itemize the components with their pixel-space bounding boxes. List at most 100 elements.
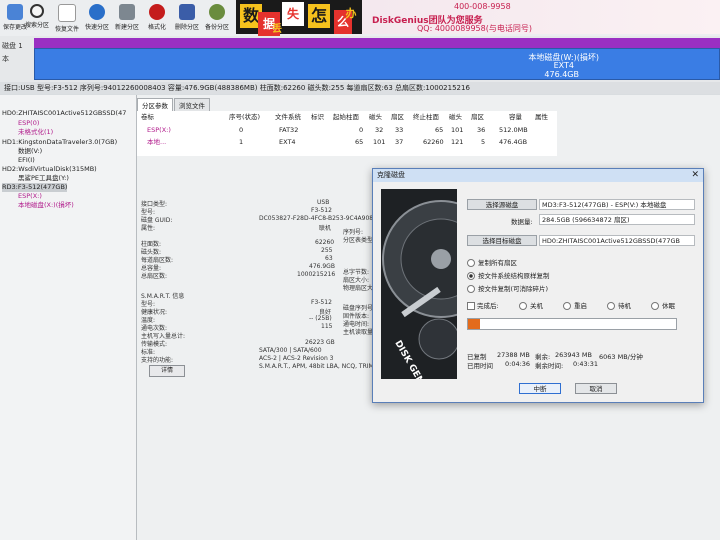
- table-row[interactable]: 本地... 1 EXT4 65 101 37 62260 121 5 476.4…: [137, 137, 557, 148]
- checkbox-icon: [467, 302, 475, 310]
- table-row[interactable]: ESP(X:) 0 FAT32 0 32 33 65 101 36 512.0M…: [137, 125, 557, 136]
- details-button[interactable]: 详情: [149, 365, 185, 377]
- elapsed-value: 0:04:36: [505, 360, 531, 368]
- brand-banner[interactable]: 数 据 丢 失 怎 么 办: [236, 0, 362, 36]
- search-icon: [30, 4, 44, 18]
- tab-bar: 分区参数 浏览文件: [137, 98, 211, 112]
- tree-item-selected[interactable]: RD3:F3-512(477GB): [2, 183, 68, 192]
- quick-partition-button[interactable]: 快速分区: [82, 2, 112, 34]
- tree-item[interactable]: 未格式化(1): [18, 128, 53, 137]
- recover-files-button[interactable]: 恢复文件: [52, 2, 82, 34]
- ad-phone: 400-008-9958: [454, 2, 511, 11]
- new-partition-button[interactable]: 新建分区: [112, 2, 142, 34]
- tree-item[interactable]: EFI(I): [18, 156, 35, 165]
- select-target-disk-button[interactable]: 选择目标磁盘: [467, 235, 537, 246]
- radio-icon: [563, 302, 571, 310]
- clone-disk-dialog: 克隆磁盘 ✕ DISK GENIUS 选择源磁盘 MD3:F3-512(477G…: [372, 168, 704, 403]
- after-standby-radio[interactable]: 待机: [607, 300, 631, 310]
- tab-partition-params[interactable]: 分区参数: [137, 98, 173, 112]
- speed-value: 6063 MB/分钟: [599, 353, 643, 361]
- col-capacity: 容量: [509, 113, 522, 121]
- delete-icon: [179, 4, 195, 20]
- esp-partition-block[interactable]: [34, 38, 720, 48]
- save-icon: [7, 4, 23, 20]
- option-copy-fs-structure[interactable]: 按文件系统结构原样复制: [467, 270, 550, 280]
- target-disk-field[interactable]: HD0:ZHITAISC001Active512GBSSD(477GB: [539, 235, 695, 246]
- recover-icon: [58, 4, 76, 22]
- after-hibernate-radio[interactable]: 休眠: [651, 300, 675, 310]
- partition-table: 卷标 序号(状态) 文件系统 标识 起始柱面 磁头 扇区 终止柱面 磁头 扇区 …: [137, 111, 557, 156]
- copied-value: 27388 MB: [497, 351, 530, 359]
- tree-item[interactable]: ESP(X:): [18, 192, 42, 201]
- tree-item[interactable]: ESP(0): [18, 119, 39, 128]
- progress-fill: [468, 319, 481, 329]
- tree-item[interactable]: 数据(V:): [18, 147, 42, 156]
- close-icon[interactable]: ✕: [691, 169, 699, 182]
- source-disk-field[interactable]: MD3:F3-512(477GB) - ESP(V:) 本地磁盘: [539, 199, 695, 210]
- remaining-time-label: 剩余时间:: [535, 362, 564, 370]
- col-head: 磁头: [369, 113, 382, 121]
- clone-progress-bar: [467, 318, 677, 330]
- tree-item[interactable]: HD0:ZHITAISC001Active512GBSSD(47: [2, 109, 126, 118]
- data-size-field: 284.5GB (596634872 扇区): [539, 214, 695, 225]
- remaining-time-value: 0:43:31: [573, 360, 599, 368]
- col-start-cyl: 起始柱面: [333, 113, 359, 121]
- select-source-disk-button[interactable]: 选择源磁盘: [467, 199, 537, 210]
- option-copy-all-sectors[interactable]: 复制所有扇区: [467, 257, 517, 267]
- radio-icon: [651, 302, 659, 310]
- backup-icon: [209, 4, 225, 20]
- remaining-value: 263943 MB: [555, 351, 592, 359]
- radio-icon: [467, 285, 475, 293]
- col-end-cyl: 终止柱面: [413, 113, 439, 121]
- delete-partition-button[interactable]: 删除分区: [172, 2, 202, 34]
- tree-item[interactable]: HD2:WsdiVirtualDisk(315MB): [2, 165, 97, 174]
- table-header: 卷标 序号(状态) 文件系统 标识 起始柱面 磁头 扇区 终止柱面 磁头 扇区 …: [137, 112, 557, 123]
- hard-drive-icon: [381, 189, 457, 379]
- ad-qq: QQ: 4000089958(与电话同号): [417, 24, 532, 33]
- tree-item[interactable]: 黑鲨PE工具盘(Y:): [18, 174, 69, 183]
- option-copy-by-file[interactable]: 按文件复制(可消除碎片): [467, 283, 548, 293]
- disk-info-line: 接口:USB 型号:F3-512 序列号:94012260008403 容量:4…: [0, 82, 720, 94]
- tree-item[interactable]: 本地磁盘(X:)(損坏): [18, 201, 74, 210]
- col-sector2: 扇区: [471, 113, 484, 121]
- disk-side-label: 磁盘 1: [2, 42, 23, 50]
- disk-details: 接口类型: 型号: 磁盘 GUID: 属性: 柱面数: 磁头数: 每道扇区数: …: [137, 195, 381, 485]
- quick-partition-icon: [89, 4, 105, 20]
- volume-size: 476.4GB: [544, 70, 579, 79]
- tree-item[interactable]: HD1:KingstonDataTraveler3.0(7GB): [2, 138, 117, 147]
- col-fs: 文件系统: [275, 113, 301, 121]
- dialog-title: 克隆磁盘: [373, 169, 703, 182]
- col-id: 标识: [311, 113, 324, 121]
- col-attr: 属性: [535, 113, 548, 121]
- disk-side-label-2: 本: [2, 55, 9, 63]
- volume-fs: EXT4: [553, 61, 574, 70]
- radio-icon: [607, 302, 615, 310]
- elapsed-label: 已用时间: [467, 362, 493, 370]
- brand-char: 办: [345, 7, 357, 20]
- radio-icon: [519, 302, 527, 310]
- after-shutdown-radio[interactable]: 关机: [519, 300, 543, 310]
- search-partition-button[interactable]: 搜索分区: [22, 2, 52, 34]
- after-done-checkbox[interactable]: 完成后:: [467, 300, 499, 310]
- format-icon: [149, 4, 165, 20]
- interrupt-button[interactable]: 中断: [519, 383, 561, 394]
- brand-char: 失: [282, 2, 304, 26]
- radio-icon: [467, 259, 475, 267]
- after-restart-radio[interactable]: 重启: [563, 300, 587, 310]
- col-head2: 磁头: [449, 113, 462, 121]
- ad-banner[interactable]: 400-008-9958 DiskGenius团队为您服务 QQ: 400008…: [362, 0, 720, 34]
- disk-genius-artwork: DISK GENIUS: [381, 189, 457, 379]
- col-label: 卷标: [141, 113, 154, 121]
- disk-tree: HD0:ZHITAISC001Active512GBSSD(47 ESP(0) …: [0, 95, 137, 540]
- cancel-button[interactable]: 取消: [575, 383, 617, 394]
- tab-browse-files[interactable]: 浏览文件: [174, 98, 210, 112]
- data-size-label: 数据量:: [511, 218, 533, 226]
- brand-char: 怎: [308, 4, 330, 28]
- radio-selected-icon: [467, 272, 475, 280]
- volume-block[interactable]: 本地磁盘(W:)(損坏) EXT4 476.4GB: [34, 48, 720, 80]
- format-button[interactable]: 格式化: [142, 2, 172, 34]
- col-sector: 扇区: [391, 113, 404, 121]
- backup-partition-button[interactable]: 备份分区: [202, 2, 232, 34]
- new-partition-icon: [119, 4, 135, 20]
- col-seq: 序号(状态): [229, 113, 261, 121]
